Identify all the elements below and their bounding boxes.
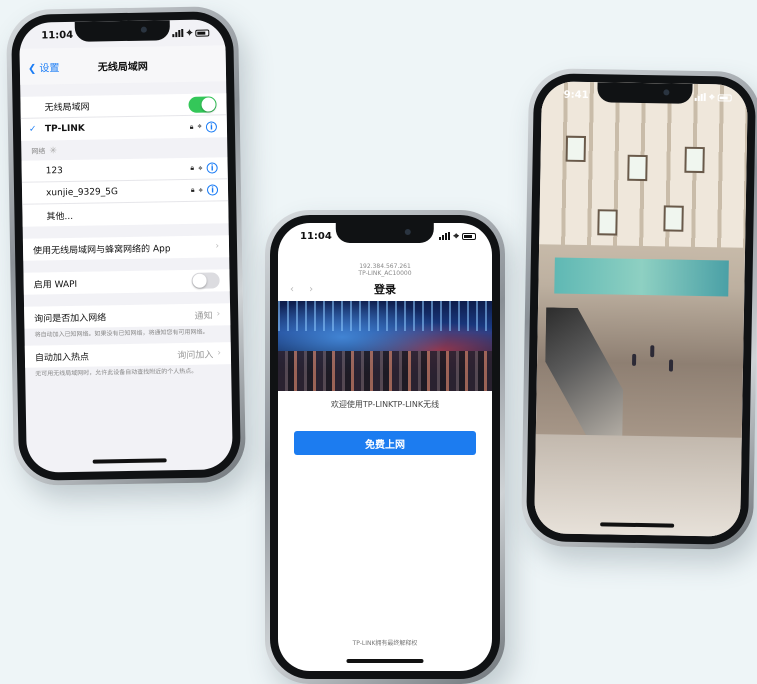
wapi-group: 启用 WAPI	[23, 269, 230, 295]
wifi-icon: ⌖	[453, 230, 459, 242]
auto-hotspot-group: 自动加入热点 询问加入 ›	[24, 342, 232, 368]
portal-screen: 11:04 ⌖ 192.384.567.261 TP-LINK_AC10000 …	[278, 223, 492, 671]
back-label: 设置	[39, 62, 60, 74]
phone-settings: 11:04 ⌖ ❮ 设置 无线局域网 无线局域网 ✓ TP-LINK 🔒︎ ⌖ …	[5, 6, 247, 486]
auto-hotspot-row[interactable]: 自动加入热点 询问加入 ›	[25, 342, 231, 368]
wapi-toggle[interactable]	[191, 272, 220, 289]
status-icons: ⌖	[172, 27, 210, 39]
apps-group: 使用无线局域网与蜂窝网络的 App ›	[22, 235, 230, 261]
free-internet-button[interactable]: 免费上网	[294, 431, 476, 455]
wlan-toggle[interactable]	[188, 95, 217, 113]
portal-title: 登录	[374, 283, 396, 296]
status-bar: 11:04 ⌖	[19, 19, 225, 49]
auto-hotspot-note: 无可用无线局域网时，允许此设备自动查找附近的个人热点。	[35, 367, 198, 378]
status-bar: 9:41 ⌖	[542, 81, 748, 111]
phone-portal: 11:04 ⌖ 192.384.567.261 TP-LINK_AC10000 …	[265, 210, 505, 684]
signal-icon	[694, 93, 707, 102]
wapi-label: 启用 WAPI	[33, 279, 78, 291]
status-time: 11:04	[41, 29, 74, 41]
mall-photo	[534, 81, 748, 537]
mall-screen: 9:41 ⌖	[534, 81, 748, 537]
status-icons: ⌖	[694, 91, 732, 103]
portal-ssid-name: TP-LINK_AC10000	[358, 270, 412, 277]
ask-join-row[interactable]: 询问是否加入网络 通知 ›	[24, 303, 230, 329]
connected-network-name: TP-LINK	[44, 123, 85, 135]
home-indicator[interactable]	[346, 659, 424, 663]
wifi-icon: ⌖	[186, 27, 193, 39]
network-name: 123	[45, 165, 63, 176]
portal-address: 192.384.567.261 TP-LINK_AC10000	[278, 263, 492, 277]
chevron-left-icon: ❮	[27, 63, 37, 75]
phone-bezel: 11:04 ⌖ 192.384.567.261 TP-LINK_AC10000 …	[270, 215, 500, 679]
nav-bar: ❮ 设置 无线局域网	[19, 45, 227, 85]
networks-group: 123 🔒︎ ⌖ i xunjie_9329_5G 🔒︎ ⌖ i 其他...	[21, 157, 229, 227]
page-title: 无线局域网	[97, 61, 148, 73]
networks-section-label: 网络	[31, 147, 46, 156]
chevron-right-icon: ›	[215, 241, 220, 252]
portal-nav: ‹ › 登录	[278, 281, 492, 297]
info-icon[interactable]: i	[206, 162, 218, 174]
footer-note: TP-LINK拥有最终解释权	[352, 640, 418, 647]
battery-icon	[717, 93, 732, 102]
network-name: xunjie_9329_5G	[45, 186, 119, 198]
signal-icon	[172, 28, 184, 38]
chevron-right-icon: ›	[216, 309, 221, 320]
portal-banner-image	[278, 301, 492, 391]
ask-join-label: 询问是否加入网络	[34, 312, 107, 325]
ask-join-group: 询问是否加入网络 通知 ›	[24, 303, 231, 329]
back-button[interactable]: ❮ 设置	[28, 59, 60, 75]
ask-join-value: 通知	[194, 310, 213, 322]
other-network-row[interactable]: 其他...	[22, 201, 228, 227]
settings-list: 无线局域网 ✓ TP-LINK 🔒︎ ⌖ i 网络 ✳ 123 🔒︎ ⌖ i x…	[20, 93, 232, 385]
lock-icon: 🔒︎	[189, 122, 194, 131]
loading-spinner-icon: ✳	[49, 146, 57, 157]
battery-icon	[462, 232, 476, 240]
status-icons: ⌖	[439, 231, 476, 242]
lock-icon: 🔒︎	[190, 163, 195, 172]
wlan-label: 无线局域网	[44, 102, 90, 114]
wifi-icon: ⌖	[708, 91, 715, 103]
wapi-row: 启用 WAPI	[23, 269, 229, 295]
settings-screen: 11:04 ⌖ ❮ 设置 无线局域网 无线局域网 ✓ TP-LINK 🔒︎ ⌖ …	[19, 19, 233, 473]
wifi-icon: ⌖	[197, 121, 202, 131]
nav-arrows-icon[interactable]: ‹ ›	[290, 284, 319, 295]
phone-mall: 9:41 ⌖	[520, 68, 757, 550]
wlan-cellular-label: 使用无线局域网与蜂窝网络的 App	[32, 243, 171, 257]
wlan-group: 无线局域网 ✓ TP-LINK 🔒︎ ⌖ i	[20, 93, 228, 141]
status-time: 9:41	[563, 89, 589, 101]
checkmark-icon: ✓	[28, 124, 37, 135]
connected-network-row[interactable]: ✓ TP-LINK 🔒︎ ⌖ i	[21, 115, 227, 141]
status-bar: 11:04 ⌖	[278, 223, 492, 249]
phone-bezel: 9:41 ⌖	[525, 73, 757, 545]
lock-icon: 🔒︎	[190, 185, 195, 194]
wifi-icon: ⌖	[198, 163, 203, 173]
home-indicator[interactable]	[92, 458, 167, 464]
wlan-cellular-row[interactable]: 使用无线局域网与蜂窝网络的 App ›	[23, 235, 229, 261]
info-icon[interactable]: i	[205, 120, 218, 133]
battery-icon	[195, 29, 210, 37]
welcome-text: 欢迎使用TP-LINKTP-LINK无线	[330, 400, 440, 409]
auto-hotspot-label: 自动加入热点	[34, 352, 90, 364]
phone-bezel: 11:04 ⌖ ❮ 设置 无线局域网 无线局域网 ✓ TP-LINK 🔒︎ ⌖ …	[10, 11, 242, 481]
auto-hotspot-value: 询问加入	[177, 349, 214, 361]
portal-ip: 192.384.567.261	[359, 263, 411, 270]
other-label: 其他...	[46, 211, 74, 222]
info-icon[interactable]: i	[206, 184, 219, 196]
chevron-right-icon: ›	[217, 348, 221, 359]
wifi-icon: ⌖	[198, 185, 204, 195]
status-time: 11:04	[300, 230, 332, 242]
signal-icon	[439, 232, 451, 240]
